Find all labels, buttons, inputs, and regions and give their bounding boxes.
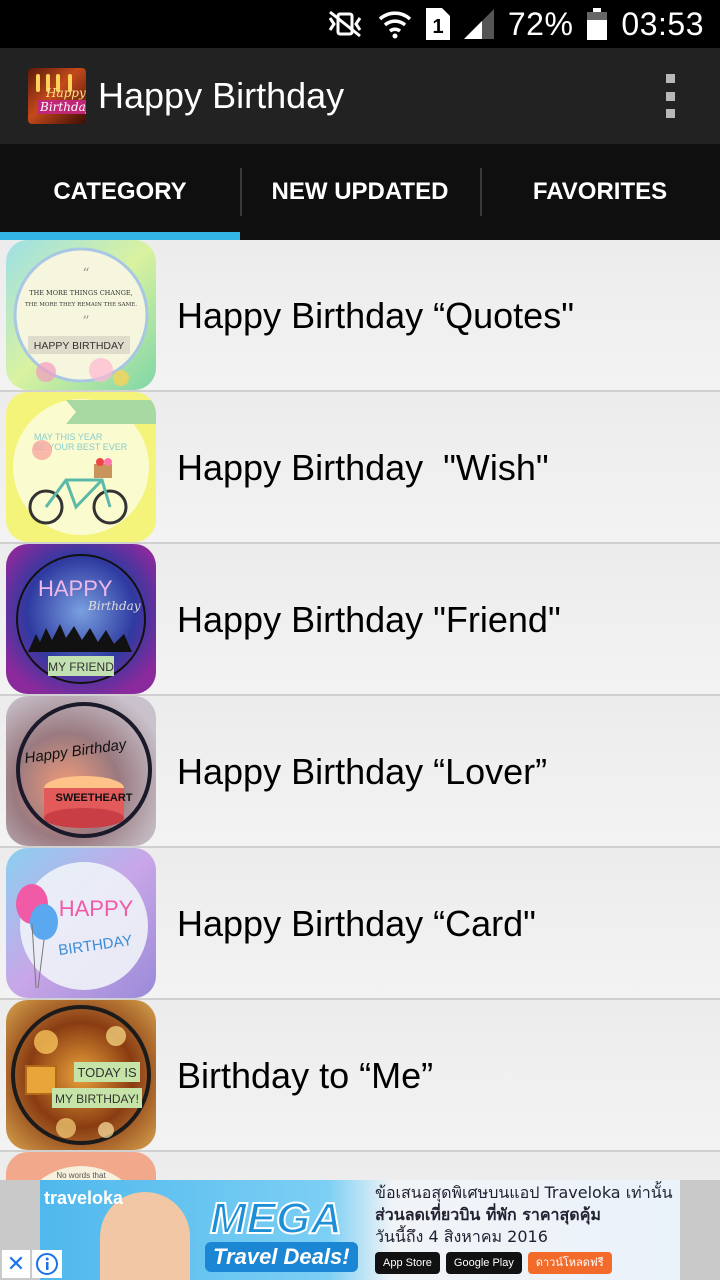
ad-body-line1: ข้อเสนอสุดพิเศษบนแอป Traveloka เท่านั้น (375, 1183, 673, 1202)
list-item-quotes[interactable]: “ THE MORE THINGS CHANGE, THE MORE THEY … (0, 240, 720, 392)
sim-1-icon: 1 (425, 8, 450, 40)
status-bar: 1 72% 03:53 (0, 0, 720, 48)
quotes-thumb-line2: THE MORE THEY REMAIN THE SAME. (25, 302, 137, 308)
category-list[interactable]: “ THE MORE THINGS CHANGE, THE MORE THEY … (0, 240, 720, 1180)
download-button[interactable]: ดาวน์โหลดฟรี (527, 1252, 612, 1274)
ad-body-line3: วันนี้ถึง 4 สิงหาคม 2016 (375, 1227, 548, 1246)
wish-thumbnail: MAY THIS YEAR BE YOUR BEST EVER (6, 392, 156, 542)
app-logo-text-bottom: Birthday (38, 100, 86, 114)
quotes-thumbnail: “ THE MORE THINGS CHANGE, THE MORE THEY … (6, 240, 156, 390)
list-item-label: Happy Birthday "Wish" (177, 447, 549, 488)
clock: 03:53 (621, 5, 704, 42)
me-thumbnail: TODAY IS MY BIRTHDAY! (6, 1000, 156, 1150)
app-bar: Happy Birthday Happy Birthday (0, 48, 720, 144)
ad-info-icon[interactable] (32, 1250, 62, 1278)
lover-thumbnail: Happy Birthday SWEETHEART (6, 696, 156, 846)
ad-buttons: App Store Google Play ดาวน์โหลดฟรี (375, 1252, 612, 1274)
battery-icon (587, 8, 608, 40)
ad-creative[interactable]: traveloka MEGA Travel Deals! ข้อเสนอสุดพ… (40, 1180, 680, 1280)
friend-thumbnail: HAPPY Birthday MY FRIEND (6, 544, 156, 694)
list-item-wish[interactable]: MAY THIS YEAR BE YOUR BEST EVER Happy Bi… (0, 392, 720, 544)
tab-category[interactable]: CATEGORY (0, 144, 240, 240)
list-item-label: Happy Birthday “Card" (177, 903, 536, 944)
list-item-label: Happy Birthday “Lover” (177, 751, 548, 792)
signal-icon (463, 9, 494, 39)
card-thumbnail: HAPPY BIRTHDAY (6, 848, 156, 998)
friend-thumb-line3: MY FRIEND (48, 660, 114, 674)
ad-brand: traveloka (44, 1188, 124, 1208)
quotes-thumb-line1: THE MORE THINGS CHANGE, (29, 289, 133, 297)
app-logo-text-top: Happy (46, 86, 86, 100)
app-logo[interactable]: Happy Birthday (28, 68, 86, 124)
quotes-thumb-line3: HAPPY BIRTHDAY (34, 340, 124, 352)
ad-close-icon[interactable]: ✕ (2, 1250, 30, 1278)
ad-body-line2: ส่วนลดเที่ยวบิน ที่พัก ราคาสุดคุ้ม (375, 1205, 601, 1224)
me-thumb-line1: TODAY IS (77, 1065, 137, 1080)
list-item-friend[interactable]: HAPPY Birthday MY FRIEND Happy Birthday … (0, 544, 720, 696)
friend-thumb-line1: HAPPY (38, 576, 113, 601)
list-item-me[interactable]: TODAY IS MY BIRTHDAY! Birthday to “Me” (0, 1000, 720, 1152)
me-thumb-line2: MY BIRTHDAY! (55, 1092, 139, 1106)
battery-percent: 72% (507, 5, 574, 42)
ad-headline: MEGA (209, 1193, 343, 1244)
google-play-button[interactable]: Google Play (445, 1252, 522, 1274)
svg-text:“: “ (82, 266, 89, 282)
list-item-lover[interactable]: Happy Birthday SWEETHEART Happy Birthday… (0, 696, 720, 848)
wifi-icon (378, 9, 412, 39)
list-item-card[interactable]: HAPPY BIRTHDAY Happy Birthday “Card" (0, 848, 720, 1000)
partial-thumbnail: No words that (6, 1152, 156, 1180)
tab-bar: CATEGORY NEW UPDATED FAVORITES (0, 144, 720, 240)
app-store-button[interactable]: App Store (375, 1252, 440, 1274)
ad-subhead: Travel Deals! (205, 1242, 358, 1272)
list-item-partial[interactable]: No words that (0, 1152, 720, 1180)
app-title: Happy Birthday (98, 75, 345, 116)
ad-banner[interactable]: traveloka MEGA Travel Deals! ข้อเสนอสุดพ… (0, 1180, 720, 1280)
more-vert-icon[interactable] (660, 74, 680, 118)
partial-thumb-line1: No words that (56, 1171, 106, 1180)
friend-thumb-line2: Birthday (87, 599, 141, 613)
list-item-label: Birthday to “Me” (177, 1055, 434, 1096)
svg-text:1: 1 (432, 16, 443, 38)
svg-text:”: ” (82, 314, 89, 330)
list-item-label: Happy Birthday “Quotes" (177, 295, 574, 336)
lover-thumb-line2: SWEETHEART (56, 792, 133, 804)
list-item-label: Happy Birthday "Friend" (177, 599, 561, 640)
vibrate-mute-icon (326, 10, 364, 38)
card-thumb-line1: HAPPY (59, 896, 134, 921)
ad-body: ข้อเสนอสุดพิเศษบนแอป Traveloka เท่านั้น … (375, 1182, 673, 1248)
tab-new-updated[interactable]: NEW UPDATED (240, 144, 480, 240)
tab-favorites[interactable]: FAVORITES (480, 144, 720, 240)
